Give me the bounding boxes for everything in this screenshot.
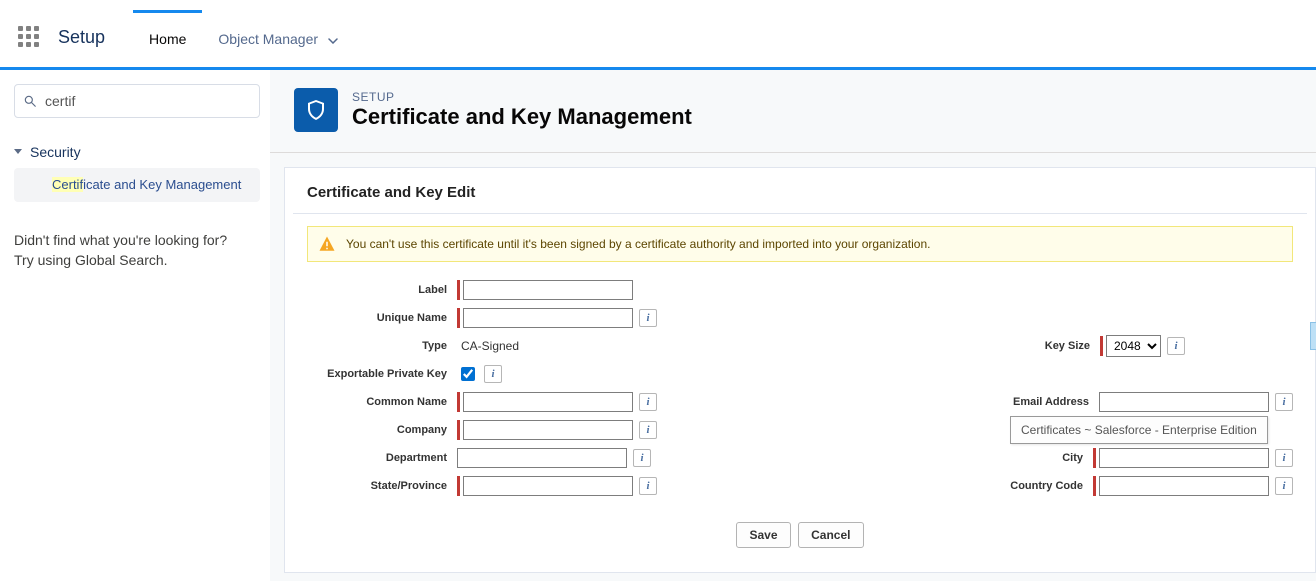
label-state: State/Province [307,480,457,492]
tooltip-chip: Certificates ~ Salesforce - Enterprise E… [1010,416,1268,444]
cancel-button[interactable]: Cancel [798,522,863,548]
label-department: Department [307,452,457,464]
required-indicator [457,280,460,300]
required-indicator [457,392,460,412]
info-icon[interactable]: i [639,421,657,439]
email-input[interactable] [1099,392,1269,412]
city-input[interactable] [1099,448,1269,468]
page-title: Certificate and Key Management [352,104,692,129]
label-label: Label [307,284,457,296]
search-icon [23,94,37,108]
panel-title: Certificate and Key Edit [293,184,1307,214]
required-indicator [1100,336,1103,356]
label-type: Type [307,340,457,352]
page-header: SETUP Certificate and Key Management [270,88,1316,153]
required-indicator [457,476,460,496]
sidebar-item-highlight: Certif [52,177,83,192]
info-icon[interactable]: i [633,449,651,467]
warning-text: You can't use this certificate until it'… [346,237,930,251]
info-icon[interactable]: i [1167,337,1185,355]
quick-find-wrap[interactable] [14,84,260,118]
top-bar: Setup Home Object Manager [0,0,1316,70]
label-input[interactable] [463,280,633,300]
common-name-input[interactable] [463,392,633,412]
required-indicator [457,308,460,328]
exportable-checkbox[interactable] [461,367,475,381]
shield-icon [294,88,338,132]
unique-name-input[interactable] [463,308,633,328]
sidebar-category-security[interactable]: Security [14,140,260,168]
page-eyebrow: SETUP [352,90,692,104]
label-unique-name: Unique Name [307,312,457,324]
key-size-select[interactable]: 2048 [1106,335,1161,357]
info-icon[interactable]: i [484,365,502,383]
tab-object-manager-label: Object Manager [218,31,318,47]
info-icon[interactable]: i [639,393,657,411]
required-indicator [1093,476,1096,496]
save-button[interactable]: Save [736,522,790,548]
required-indicator [457,420,460,440]
label-common-name: Common Name [307,396,457,408]
edit-panel: Certificate and Key Edit You can't use t… [284,167,1316,573]
sidebar-item-cert-key-mgmt[interactable]: Certificate and Key Management [14,168,260,202]
chevron-down-icon [328,31,338,47]
label-email: Email Address [800,396,1099,408]
state-input[interactable] [463,476,633,496]
label-city: City [800,452,1093,464]
info-icon[interactable]: i [1275,393,1293,411]
country-input[interactable] [1099,476,1269,496]
label-exportable: Exportable Private Key [307,368,457,380]
warning-icon [318,235,336,253]
tab-home[interactable]: Home [133,10,202,63]
label-country: Country Code [800,480,1093,492]
label-key-size: Key Size [800,340,1100,352]
department-input[interactable] [457,448,627,468]
type-value: CA-Signed [457,339,519,353]
app-launcher-icon[interactable] [18,26,42,50]
button-bar: Save Cancel [293,522,1307,548]
tab-object-manager[interactable]: Object Manager [202,13,354,63]
info-icon[interactable]: i [1275,477,1293,495]
sidebar-not-found-text: Didn't find what you're looking for? Try… [14,230,244,271]
info-icon[interactable]: i [639,477,657,495]
setup-tree: Security Certificate and Key Management [14,140,260,202]
required-indicator [1093,448,1096,468]
info-icon[interactable]: i [1275,449,1293,467]
setup-sidebar: Security Certificate and Key Management … [0,70,270,581]
label-company: Company [307,424,457,436]
main-pane: SETUP Certificate and Key Management Cer… [270,70,1316,581]
right-edge-tab[interactable] [1310,322,1316,350]
form-block: Label Unique Name i Type [293,276,1307,500]
quick-find-input[interactable] [43,92,251,110]
sidebar-item-rest: icate and Key Management [83,177,241,192]
info-icon[interactable]: i [639,309,657,327]
company-input[interactable] [463,420,633,440]
app-name: Setup [58,27,105,48]
warning-bar: You can't use this certificate until it'… [307,226,1293,262]
